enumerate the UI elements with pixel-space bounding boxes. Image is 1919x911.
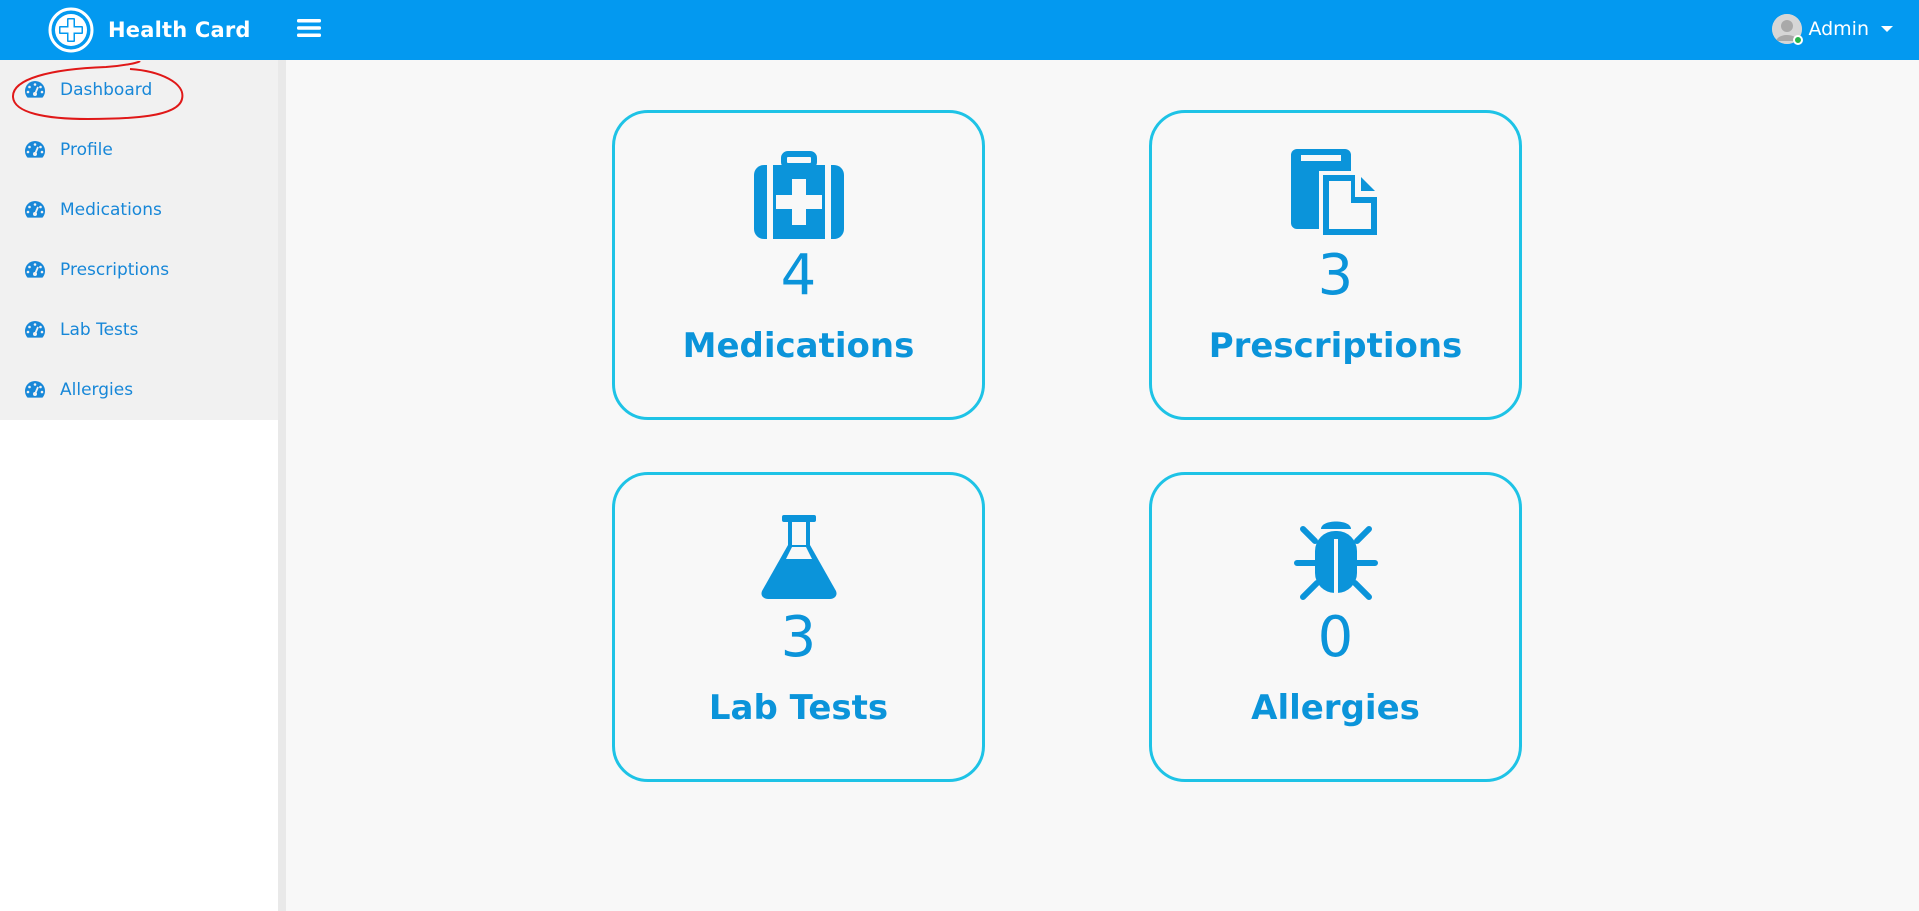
bug-icon — [1293, 521, 1378, 600]
sidebar-item-label: Profile — [60, 140, 113, 160]
user-menu[interactable]: Admin — [1772, 14, 1893, 45]
medications-count: 4 — [780, 243, 817, 308]
tachometer-icon — [25, 201, 45, 218]
prescriptions-label: Prescriptions — [1208, 326, 1463, 366]
sidebar-item-prescriptions[interactable]: Prescriptions — [0, 246, 278, 294]
card-prescriptions[interactable]: 3 Prescriptions — [1149, 110, 1522, 420]
card-lab-tests[interactable]: 3 Lab Tests — [612, 472, 985, 782]
card-medications[interactable]: 4 Medications — [612, 110, 985, 420]
card-allergies[interactable]: 0 Allergies — [1149, 472, 1522, 782]
chevron-down-icon — [1881, 26, 1893, 32]
sidebar-scroll-edge — [278, 60, 286, 911]
sidebar-item-label: Prescriptions — [60, 260, 170, 280]
lab-tests-count: 3 — [780, 605, 817, 670]
online-status-dot — [1793, 35, 1804, 45]
allergies-count: 0 — [1317, 605, 1354, 670]
sidebar-item-label: Lab Tests — [60, 320, 139, 340]
sidebar-item-label: Medications — [60, 200, 162, 220]
menu-toggle-icon[interactable] — [296, 17, 322, 39]
prescriptions-count: 3 — [1317, 243, 1354, 308]
lab-tests-label: Lab Tests — [708, 688, 889, 728]
sidebar-item-lab-tests[interactable]: Lab Tests — [0, 306, 278, 354]
user-name: Admin — [1808, 18, 1869, 40]
tachometer-icon — [25, 261, 45, 278]
sidebar-item-label: Allergies — [60, 380, 134, 400]
top-navbar: Health Card Admin — [0, 0, 1919, 60]
tachometer-icon — [25, 381, 45, 398]
sidebar-item-profile[interactable]: Profile — [0, 126, 278, 174]
medications-label: Medications — [682, 326, 915, 366]
health-logo-icon — [48, 7, 94, 53]
app-title: Health Card — [108, 18, 251, 42]
tachometer-icon — [25, 321, 45, 338]
allergies-label: Allergies — [1251, 688, 1420, 728]
flask-icon — [760, 515, 837, 599]
sidebar-item-allergies[interactable]: Allergies — [0, 366, 278, 414]
tachometer-icon — [25, 141, 45, 158]
sidebar-item-medications[interactable]: Medications — [0, 186, 278, 234]
annotation-circle — [11, 61, 184, 121]
copy-icon — [1290, 149, 1381, 239]
medkit-icon — [753, 151, 844, 239]
avatar — [1772, 14, 1804, 45]
brand[interactable]: Health Card — [48, 7, 251, 53]
